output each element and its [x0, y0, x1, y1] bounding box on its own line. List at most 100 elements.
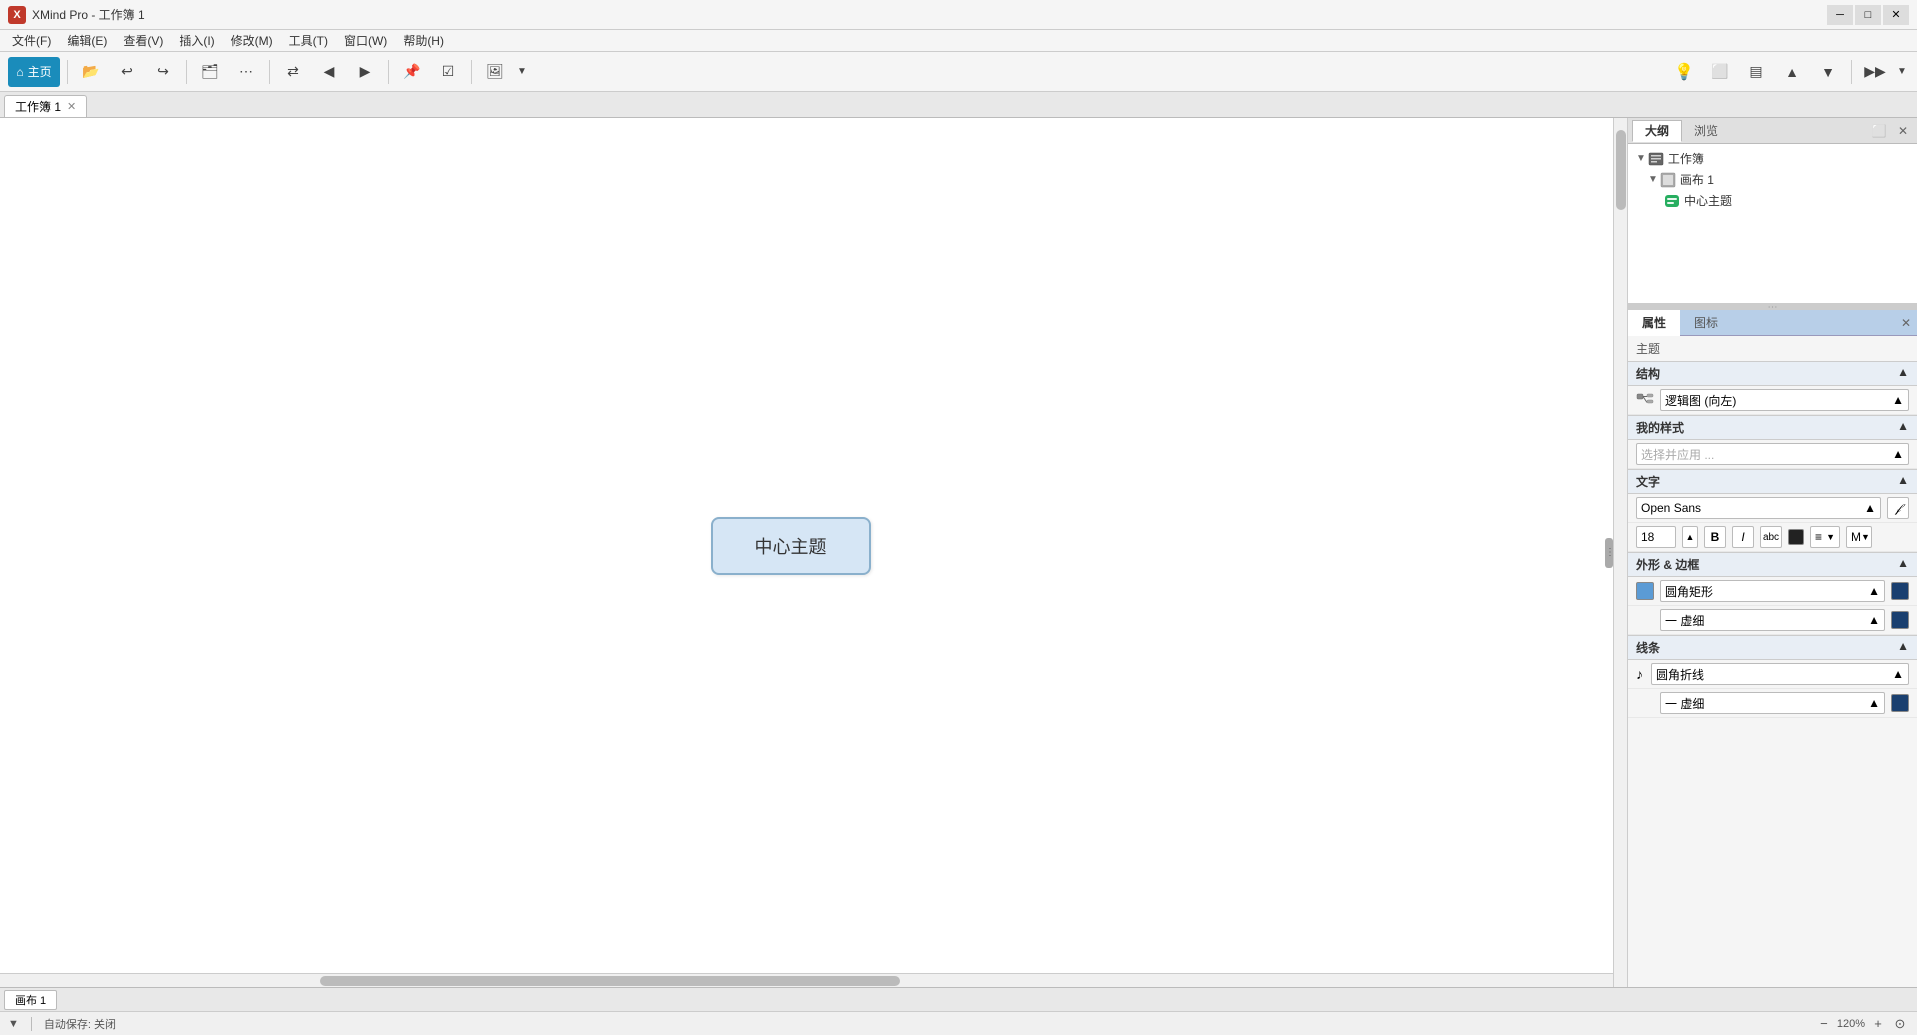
line-collapse[interactable]: ▲ [1897, 639, 1909, 653]
border-color-box2[interactable] [1891, 611, 1909, 629]
canvas-tab-1[interactable]: 画布 1 [4, 990, 57, 1010]
undo-button[interactable]: ↩ [111, 57, 143, 87]
border-style-dropdown[interactable]: 一 虚细 ▲ [1660, 609, 1885, 631]
lightbulb-button[interactable]: 💡 [1668, 57, 1700, 87]
margin-arrow: ▼ [1861, 532, 1870, 542]
prop-tab-property[interactable]: 属性 [1628, 310, 1680, 336]
folder-button[interactable]: 🗂 [194, 57, 226, 87]
music-note-icon: ♪ [1636, 666, 1643, 682]
outline-tree: ▼ 工作簿 ▼ 画布 1 [1628, 144, 1917, 304]
shape-dropdown[interactable]: 圆角矩形 ▲ [1660, 580, 1885, 602]
mystyle-dropdown[interactable]: 选择并应用 ... ▲ [1636, 443, 1909, 465]
text-collapse[interactable]: ▲ [1897, 473, 1909, 487]
toolbar-sep-3 [269, 60, 270, 84]
canvas-scrollbar-vertical[interactable] [1613, 118, 1627, 987]
mystyle-collapse[interactable]: ▲ [1897, 419, 1909, 433]
menu-tools[interactable]: 工具(T) [281, 30, 336, 51]
text-section-header: 文字 ▲ [1628, 469, 1917, 494]
bold-button[interactable]: B [1704, 526, 1726, 548]
menu-edit[interactable]: 编辑(E) [59, 30, 115, 51]
line-style-dropdown[interactable]: 一 虚细 ▲ [1660, 692, 1885, 714]
prop-tab-icon[interactable]: 图标 [1680, 310, 1732, 336]
panel-close-button[interactable]: ✕ [1893, 121, 1913, 141]
filter-icon: ▼ [8, 1018, 19, 1030]
ellipsis-button[interactable]: ⋯ [230, 57, 262, 87]
clip-button[interactable]: 📌 [396, 57, 428, 87]
exchange-button[interactable]: ⇄ [277, 57, 309, 87]
shape-section-header: 外形 & 边框 ▲ [1628, 552, 1917, 577]
structure-collapse[interactable]: ▲ [1897, 365, 1909, 379]
title-bar: X XMind Pro - 工作簿 1 ─ □ ✕ [0, 0, 1917, 30]
prop-panel-close[interactable]: ✕ [1901, 316, 1911, 330]
minimize-button[interactable]: ─ [1827, 5, 1853, 25]
toolbar-btn-more[interactable]: ▼ [1895, 57, 1909, 87]
panel-expand-button[interactable]: ⬜ [1869, 121, 1889, 141]
font-dropdown[interactable]: Open Sans ▲ [1636, 497, 1881, 519]
shape-color-box[interactable] [1636, 582, 1654, 600]
align-dropdown[interactable]: ≡ ▼ [1810, 526, 1840, 548]
canvas-arrow[interactable]: ▼ [1648, 174, 1658, 185]
prev-button[interactable]: ◀ [313, 57, 345, 87]
menu-help[interactable]: 帮助(H) [395, 30, 452, 51]
tree-item-workbook[interactable]: ▼ 工作簿 [1628, 148, 1917, 169]
home-button[interactable]: ⌂ 主页 [8, 57, 60, 87]
canvas-tab-label: 画布 1 [15, 992, 46, 1008]
margin-dropdown[interactable]: M ▼ [1846, 526, 1872, 548]
redo-button[interactable]: ↪ [147, 57, 179, 87]
line-color-box[interactable] [1891, 694, 1909, 712]
tree-item-canvas[interactable]: ▼ 画布 1 [1628, 169, 1917, 190]
panel-resize-handle[interactable]: ⋮ [1605, 538, 1613, 568]
window-title: XMind Pro - 工作簿 1 [32, 6, 145, 23]
scroll-thumb-vertical[interactable] [1616, 130, 1626, 210]
menu-view[interactable]: 查看(V) [115, 30, 171, 51]
toolbar-btn-up[interactable]: ▲ [1776, 57, 1808, 87]
canvas-scrollbar-horizontal[interactable] [0, 973, 1613, 987]
shape-border-color-box[interactable] [1891, 582, 1909, 600]
italic-button[interactable]: I [1732, 526, 1754, 548]
browse-tab[interactable]: 浏览 [1682, 120, 1730, 142]
zoom-fit-button[interactable]: ⊙ [1891, 1015, 1909, 1033]
tree-item-topic[interactable]: 中心主题 [1628, 190, 1917, 211]
structure-dropdown[interactable]: 逻辑图 (向左) ▲ [1660, 389, 1909, 411]
canvas-inner: 中心主题 [0, 118, 1613, 973]
workbook-arrow[interactable]: ▼ [1636, 153, 1646, 164]
maximize-button[interactable]: □ [1855, 5, 1881, 25]
canvas-area[interactable]: 中心主题 ⋮ [0, 118, 1627, 987]
align-icon: ≡ [1815, 530, 1822, 544]
window-controls: ─ □ ✕ [1827, 5, 1909, 25]
toolbar-btn-down[interactable]: ▼ [1812, 57, 1844, 87]
toolbar-btn-4[interactable]: ⬜ [1704, 57, 1736, 87]
workbook-tab[interactable]: 工作簿 1 ✕ [4, 95, 87, 117]
handle-icon: ⋮ [1605, 538, 1613, 568]
mystyle-dropdown-arrow: ▲ [1892, 447, 1904, 461]
font-size-input[interactable] [1636, 526, 1676, 548]
tab-close-button[interactable]: ✕ [67, 100, 76, 113]
toolbar-btn-5[interactable]: ▤ [1740, 57, 1772, 87]
next-button[interactable]: ▶ [349, 57, 381, 87]
menu-file[interactable]: 文件(F) [4, 30, 59, 51]
line-type-dropdown[interactable]: 圆角折线 ▲ [1651, 663, 1909, 685]
menu-insert[interactable]: 插入(I) [171, 30, 222, 51]
menu-modify[interactable]: 修改(M) [223, 30, 281, 51]
zoom-in-button[interactable]: + [1869, 1015, 1887, 1033]
outline-tab[interactable]: 大纲 [1632, 120, 1682, 142]
open-button[interactable]: 📂 [75, 57, 107, 87]
close-button[interactable]: ✕ [1883, 5, 1909, 25]
zoom-out-button[interactable]: − [1815, 1015, 1833, 1033]
image-button[interactable]: 🖼 [479, 57, 511, 87]
spinup-button[interactable]: ▲ [1682, 526, 1698, 548]
font-color-box[interactable] [1788, 529, 1804, 545]
shape-collapse[interactable]: ▲ [1897, 556, 1909, 570]
home-label: 主页 [28, 63, 52, 80]
tab-label: 工作簿 1 [15, 98, 61, 115]
check-button[interactable]: ☑ [432, 57, 464, 87]
line-type-row: ♪ 圆角折线 ▲ [1628, 660, 1917, 689]
line-style-arrow: ▲ [1868, 696, 1880, 710]
menu-window[interactable]: 窗口(W) [336, 30, 395, 51]
image-dropdown[interactable]: ▼ [515, 57, 529, 87]
underline-button[interactable]: abc [1760, 526, 1782, 548]
central-topic-node[interactable]: 中心主题 [711, 517, 871, 575]
toolbar-btn-export[interactable]: ▶▶ [1859, 57, 1891, 87]
scroll-thumb-horizontal[interactable] [320, 976, 900, 986]
font-script-button[interactable]: 𝒻 [1887, 497, 1909, 519]
